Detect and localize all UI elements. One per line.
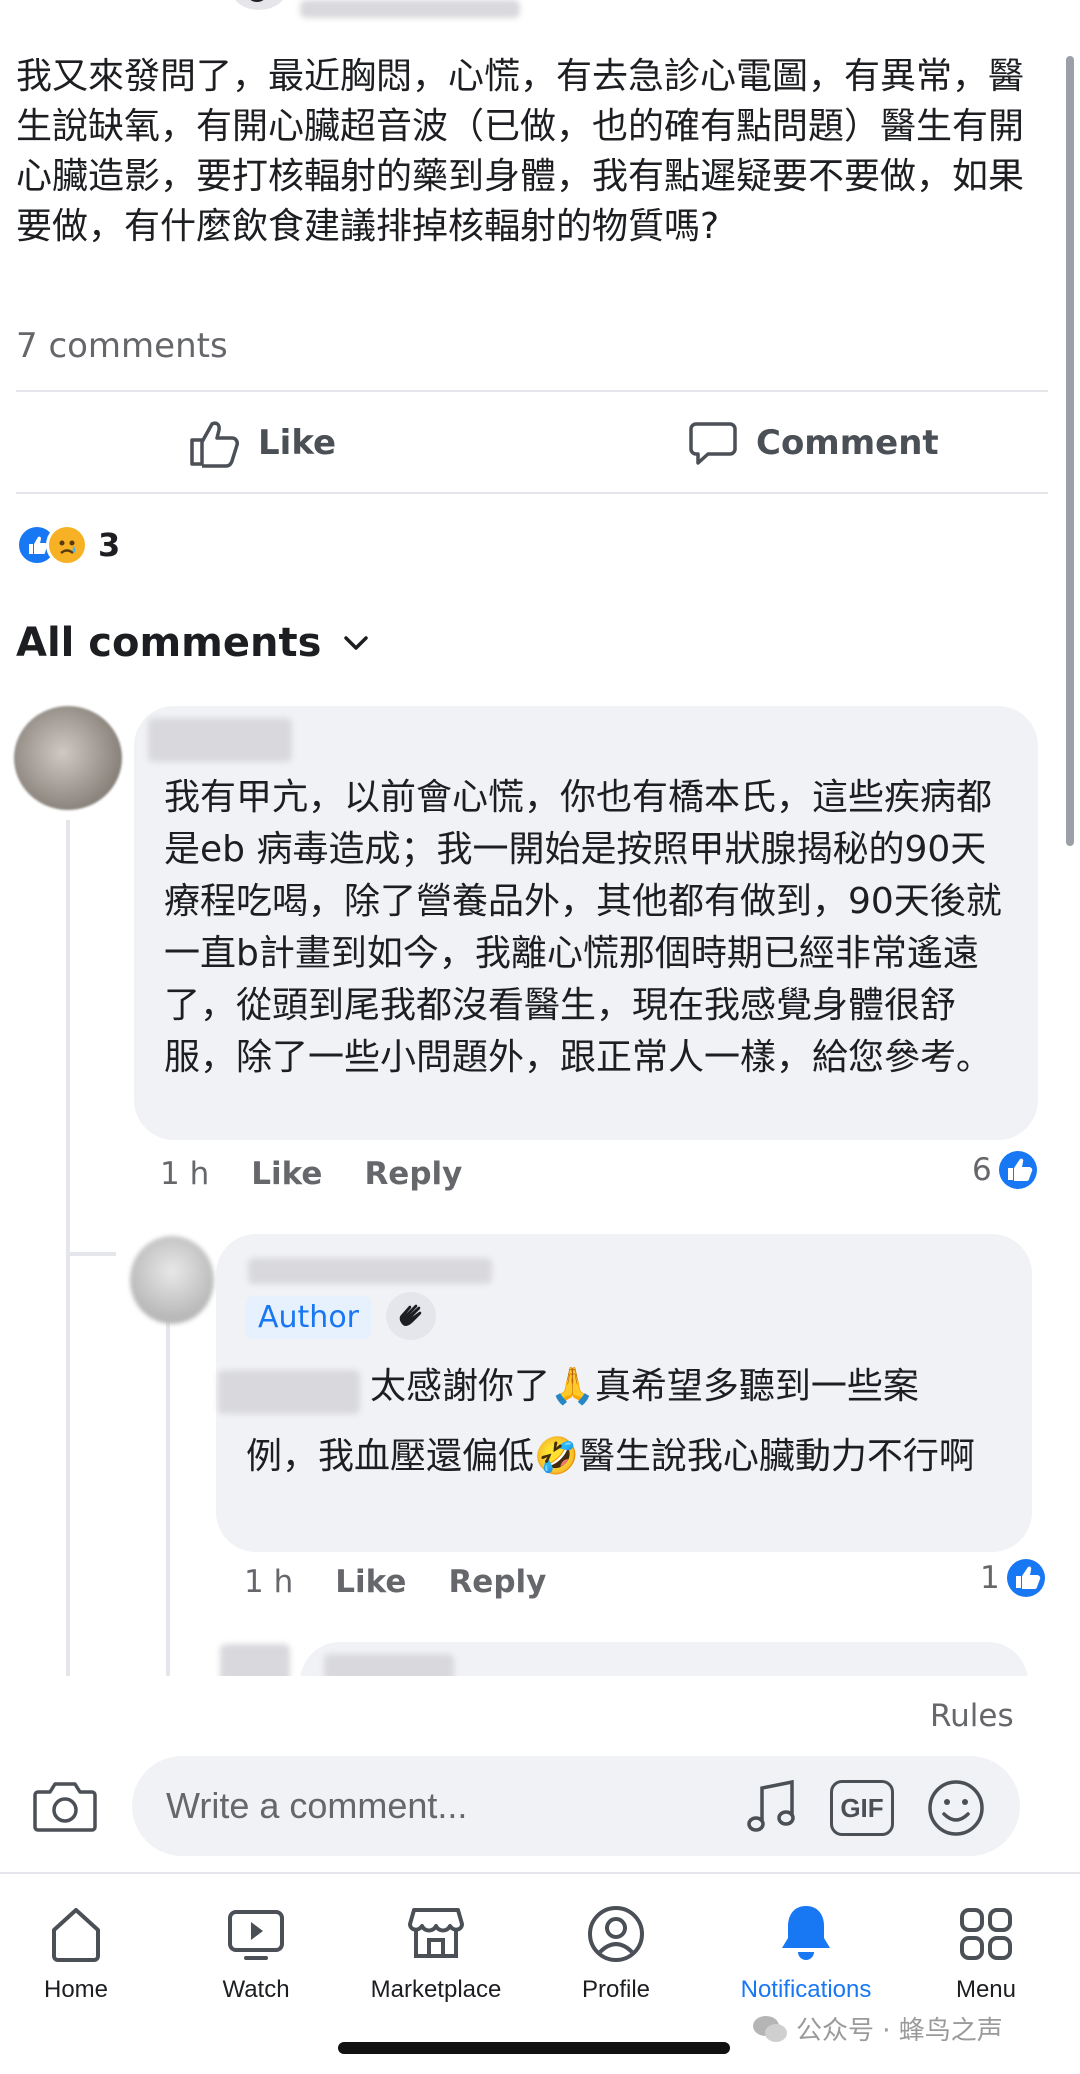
tab-label: Marketplace	[370, 1976, 502, 2003]
comment-likes-number: 1	[980, 1560, 1000, 1596]
watch-icon	[228, 1910, 284, 1960]
comments-count[interactable]: 7 comments	[16, 326, 228, 366]
thumbs-up-icon	[190, 421, 239, 468]
thread-line	[166, 1318, 170, 1682]
sad-icon	[46, 524, 88, 566]
comment-text: 太感謝你了🙏真希望多聽到一些案	[370, 1366, 919, 1407]
poster-name-redacted	[300, 0, 520, 18]
comments-sort-label: All comments	[16, 620, 322, 666]
watermark-text: 公众号 · 蜂鸟之声	[796, 2016, 1003, 2046]
comment-like-button[interactable]: Like	[335, 1564, 406, 1600]
comment-like-count[interactable]: 1	[980, 1558, 1046, 1598]
rules-link[interactable]: Rules	[930, 1698, 1014, 1734]
comment-like-button[interactable]: Like	[251, 1156, 322, 1192]
gif-button[interactable]: GIF	[830, 1780, 894, 1836]
tab-notifications[interactable]: Notifications	[716, 1902, 896, 2004]
camera-icon[interactable]	[32, 1778, 98, 1834]
thread-line	[66, 1256, 70, 1682]
like-button[interactable]: Like	[188, 418, 336, 468]
home-icon	[52, 1908, 100, 1962]
author-badge: Author	[246, 1296, 372, 1339]
bell-icon	[782, 1906, 830, 1960]
tab-profile[interactable]: Profile	[526, 1902, 706, 2004]
comment-button[interactable]: Comment	[688, 418, 939, 468]
comment-text: 我有甲亢，以前會心慌，你也有橋本氏，這些疾病都是eb 病毒造成；我一開始是按照甲…	[164, 777, 1002, 1078]
comment-icon	[689, 422, 737, 465]
mention-redacted[interactable]	[218, 1370, 360, 1414]
like-icon	[998, 1151, 1037, 1189]
reactions-summary[interactable]: 3	[16, 524, 120, 566]
avatar[interactable]	[14, 706, 122, 810]
tab-marketplace[interactable]: Marketplace	[346, 1902, 526, 2004]
tab-watch[interactable]: Watch	[166, 1902, 346, 2004]
tab-label: Watch	[222, 1976, 290, 2003]
like-icon	[1006, 1559, 1045, 1597]
like-label: Like	[258, 423, 337, 463]
divider	[16, 492, 1048, 494]
comment-time: 1 h	[244, 1564, 294, 1600]
comments-sort-dropdown[interactable]: All comments	[16, 620, 369, 666]
avatar[interactable]	[130, 1236, 214, 1324]
watermark: 公众号 · 蜂鸟之声	[752, 2010, 1003, 2047]
commenter-name-redacted[interactable]	[248, 1258, 492, 1284]
tab-label: Menu	[955, 1976, 1017, 2003]
comment-label: Comment	[756, 423, 939, 463]
comment-likes-number: 6	[972, 1152, 992, 1188]
comment-meta: 1 h Like Reply	[160, 1156, 462, 1192]
chevron-down-icon	[344, 636, 369, 650]
tab-label: Notifications	[740, 1976, 872, 2003]
poster-avatar[interactable]	[232, 0, 286, 10]
reactions-count: 3	[98, 526, 121, 564]
post-text: 我又來發問了，最近胸悶，心慌，有去急診心電圖，有異常，醫生說缺氧，有開心臟超音波…	[16, 56, 1025, 247]
menu-icon	[960, 1908, 1012, 1960]
commenter-name-redacted[interactable]	[148, 718, 292, 762]
comment-time: 1 h	[160, 1156, 210, 1192]
comment-reply-button[interactable]: Reply	[364, 1156, 462, 1192]
scrollbar[interactable]	[1066, 56, 1074, 846]
thread-line	[66, 1252, 116, 1256]
tab-menu[interactable]: Menu	[896, 1902, 1076, 2004]
profile-icon	[588, 1906, 644, 1962]
comment-meta: 1 h Like Reply	[244, 1564, 546, 1600]
tab-home[interactable]: Home	[0, 1902, 166, 2004]
comment-reply-button[interactable]: Reply	[448, 1564, 546, 1600]
tab-label: Profile	[581, 1976, 651, 2003]
home-indicator	[338, 2042, 730, 2054]
wechat-icon	[753, 2015, 787, 2042]
comment-like-count[interactable]: 6	[972, 1150, 1038, 1190]
emoji-icon[interactable]	[926, 1778, 986, 1838]
tab-label: Home	[43, 1976, 109, 2003]
music-icon[interactable]	[744, 1778, 800, 1836]
marketplace-icon	[408, 1908, 464, 1958]
divider	[16, 390, 1048, 392]
wave-hand-icon	[386, 1292, 436, 1340]
comment-text: 例，我血壓還偏低🤣醫生說我心臟動力不行啊	[246, 1436, 975, 1477]
thread-line	[66, 820, 70, 1256]
